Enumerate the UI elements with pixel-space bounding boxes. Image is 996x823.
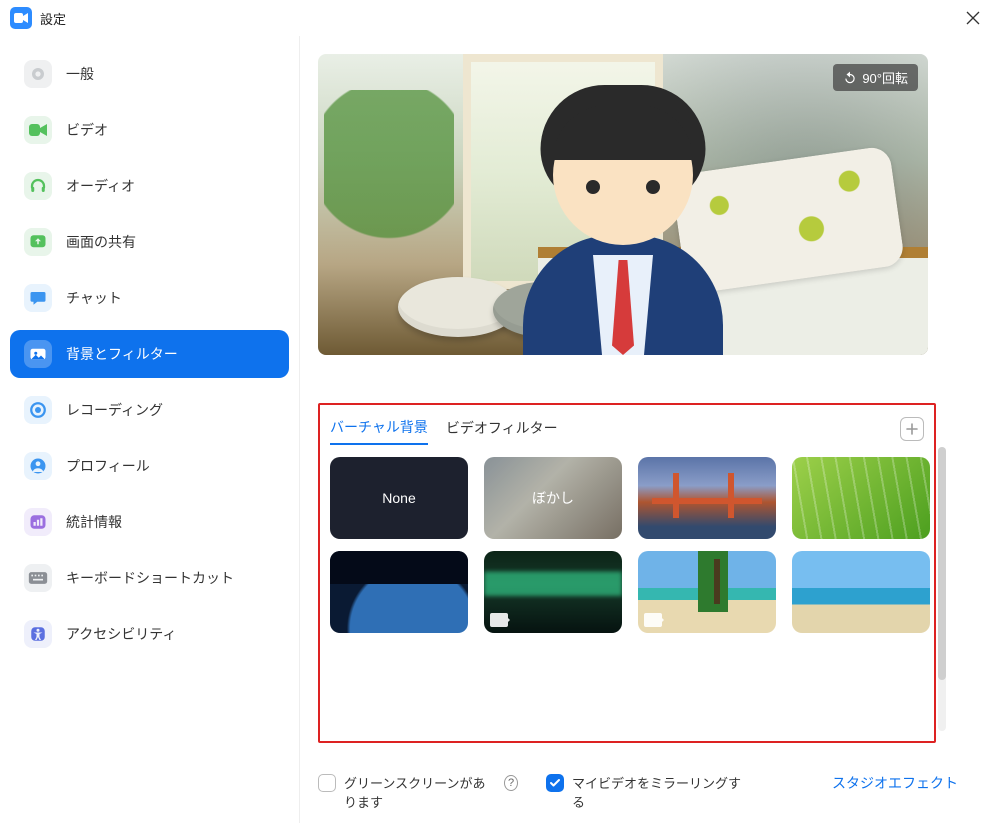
- accessibility-icon: [24, 620, 52, 648]
- bg-thumb-label: ぼかし: [532, 488, 574, 508]
- gear-icon: [24, 60, 52, 88]
- video-badge-icon: [490, 613, 508, 627]
- sidebar-item-label: キーボードショートカット: [66, 568, 234, 588]
- bg-thumb-earth[interactable]: [330, 551, 468, 633]
- sidebar-item-label: アクセシビリティ: [66, 624, 176, 644]
- background-filter-icon: [24, 340, 52, 368]
- sidebar-item-label: チャット: [66, 288, 122, 308]
- titlebar: 設定: [0, 0, 996, 36]
- video-preview: 90°回転: [318, 54, 928, 355]
- add-background-button[interactable]: [900, 417, 924, 441]
- green-screen-label: グリーンスクリーンがあります: [344, 773, 496, 811]
- bg-thumb-beach-palm[interactable]: [638, 551, 776, 633]
- plus-icon: [905, 422, 919, 436]
- sidebar-item-keyboard-shortcuts[interactable]: キーボードショートカット: [10, 554, 289, 602]
- checkbox-checked-icon[interactable]: [546, 774, 564, 792]
- sidebar-item-label: 一般: [66, 64, 94, 84]
- preview-avatar: [518, 85, 728, 355]
- stats-icon: [24, 508, 52, 536]
- mirror-video-label: マイビデオをミラーリングする: [572, 773, 746, 811]
- content-area: 90°回転 バーチャル背景 ビデオフィルター None ぼかし: [300, 36, 996, 823]
- help-icon[interactable]: ?: [504, 775, 518, 791]
- sidebar-item-share-screen[interactable]: 画面の共有: [10, 218, 289, 266]
- sidebar-item-recording[interactable]: レコーディング: [10, 386, 289, 434]
- checkbox-unchecked-icon[interactable]: [318, 774, 336, 792]
- background-grid: None ぼかし: [330, 457, 924, 727]
- close-button[interactable]: [960, 11, 986, 25]
- share-screen-icon: [24, 228, 52, 256]
- studio-effects-link[interactable]: スタジオエフェクト: [832, 773, 958, 793]
- sidebar-item-general[interactable]: 一般: [10, 50, 289, 98]
- rotate-90-button[interactable]: 90°回転: [833, 64, 918, 91]
- bg-thumb-blur[interactable]: ぼかし: [484, 457, 622, 539]
- sidebar-item-label: 統計情報: [66, 512, 122, 532]
- chat-icon: [24, 284, 52, 312]
- backgrounds-section: バーチャル背景 ビデオフィルター None ぼかし: [318, 403, 936, 743]
- tab-video-filter[interactable]: ビデオフィルター: [446, 414, 558, 444]
- record-icon: [24, 396, 52, 424]
- bg-tabs: バーチャル背景 ビデオフィルター: [330, 413, 924, 445]
- sidebar-item-label: 画面の共有: [66, 232, 136, 252]
- sidebar-item-background-filters[interactable]: 背景とフィルター: [10, 330, 289, 378]
- sidebar-item-profile[interactable]: プロフィール: [10, 442, 289, 490]
- rotate-icon: [843, 71, 857, 85]
- bg-thumb-grass[interactable]: [792, 457, 930, 539]
- rotate-label: 90°回転: [862, 68, 908, 87]
- tab-virtual-background[interactable]: バーチャル背景: [330, 413, 428, 445]
- profile-icon: [24, 452, 52, 480]
- bg-thumb-bridge[interactable]: [638, 457, 776, 539]
- mirror-video-option[interactable]: マイビデオをミラーリングする: [546, 773, 746, 811]
- sidebar-item-statistics[interactable]: 統計情報: [10, 498, 289, 546]
- headset-icon: [24, 172, 52, 200]
- footer-options: グリーンスクリーンがあります ? マイビデオをミラーリングする スタジオエフェク…: [318, 743, 958, 811]
- bg-thumb-none[interactable]: None: [330, 457, 468, 539]
- sidebar-item-chat[interactable]: チャット: [10, 274, 289, 322]
- bg-thumb-beach[interactable]: [792, 551, 930, 633]
- sidebar: 一般 ビデオ オーディオ 画面の共有 チャット: [0, 36, 300, 823]
- sidebar-item-label: 背景とフィルター: [66, 344, 178, 364]
- bg-thumb-label: None: [382, 490, 415, 506]
- window-title: 設定: [40, 9, 66, 28]
- sidebar-item-accessibility[interactable]: アクセシビリティ: [10, 610, 289, 658]
- bg-thumb-aurora[interactable]: [484, 551, 622, 633]
- keyboard-icon: [24, 564, 52, 592]
- green-screen-option[interactable]: グリーンスクリーンがあります ?: [318, 773, 518, 811]
- sidebar-item-label: プロフィール: [66, 456, 150, 476]
- video-badge-icon: [644, 613, 662, 627]
- app-icon: [10, 7, 32, 29]
- video-icon: [24, 116, 52, 144]
- sidebar-item-video[interactable]: ビデオ: [10, 106, 289, 154]
- sidebar-item-label: レコーディング: [66, 400, 163, 420]
- sidebar-item-label: ビデオ: [66, 120, 108, 140]
- scrollbar-thumb[interactable]: [938, 447, 946, 680]
- sidebar-item-audio[interactable]: オーディオ: [10, 162, 289, 210]
- scrollbar[interactable]: [938, 447, 946, 731]
- sidebar-item-label: オーディオ: [66, 176, 135, 196]
